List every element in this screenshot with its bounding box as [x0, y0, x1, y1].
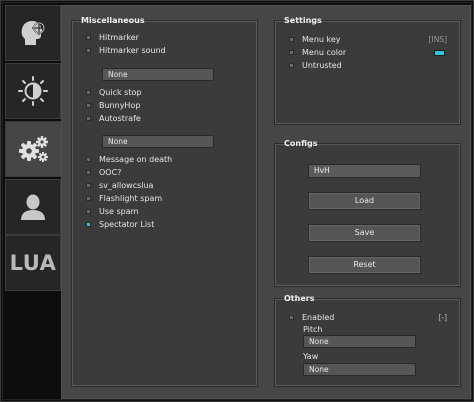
- sidebar: LUA: [5, 5, 63, 291]
- spectator-list-label: Spectator List: [99, 219, 155, 229]
- use-spam-row[interactable]: Use spam: [86, 205, 138, 217]
- message-on-death-row[interactable]: Message on death: [86, 153, 172, 165]
- tab-aimbot[interactable]: [5, 5, 61, 61]
- yaw-dropdown[interactable]: None: [303, 363, 416, 376]
- user-icon: [21, 194, 45, 220]
- spectator-list-row[interactable]: Spectator List: [86, 218, 154, 230]
- configs-group-title: Configs: [280, 139, 322, 148]
- gears-icon: [19, 136, 48, 162]
- enabled-key-bind[interactable]: [-]: [438, 313, 447, 322]
- others-group: Others Enabled [-] Pitch None Yaw None: [274, 294, 461, 387]
- save-button[interactable]: Save: [308, 224, 421, 242]
- autostrafe-row[interactable]: Autostrafe: [86, 112, 141, 124]
- autostrafe-dropdown[interactable]: None: [102, 135, 214, 148]
- cheat-menu-window: LUA Miscellaneous Hitmarker Hitmarker so…: [0, 0, 474, 402]
- pitch-dropdown[interactable]: None: [303, 335, 416, 348]
- head-crosshair-icon: [21, 21, 46, 45]
- menu-key-row[interactable]: Menu key: [289, 33, 341, 45]
- settings-group-title: Settings: [281, 16, 325, 25]
- others-group-title: Others: [280, 294, 318, 303]
- menu-color-row[interactable]: Menu color: [289, 46, 346, 58]
- tab-players[interactable]: [5, 179, 61, 235]
- pitch-label: Pitch: [303, 325, 323, 334]
- sv-allowcslua-label: sv_allowcslua: [99, 180, 154, 190]
- load-button[interactable]: Load: [308, 192, 421, 210]
- sv-allowcslua-row[interactable]: sv_allowcslua: [86, 179, 153, 191]
- configs-group: Configs HvH Load Save Reset: [274, 139, 461, 287]
- enabled-row[interactable]: Enabled: [289, 311, 334, 323]
- tab-lua[interactable]: LUA: [5, 235, 61, 291]
- brightness-icon: [18, 76, 48, 106]
- quick-stop-checkbox[interactable]: [86, 89, 91, 95]
- hitmarker-sound-checkbox[interactable]: [86, 47, 91, 53]
- menu-key-label: Menu key: [302, 34, 341, 44]
- lua-tab-label: LUA: [9, 251, 57, 275]
- config-name-input[interactable]: HvH: [308, 164, 421, 178]
- tab-visuals[interactable]: [5, 63, 61, 119]
- flashlight-spam-label: Flashlight spam: [99, 193, 163, 203]
- menu-color-checkbox[interactable]: [289, 49, 294, 55]
- menu-key-bind[interactable]: [INS]: [429, 35, 447, 44]
- use-spam-checkbox[interactable]: [86, 208, 91, 214]
- hitmarker-sound-label: Hitmarker sound: [99, 45, 166, 55]
- flashlight-spam-row[interactable]: Flashlight spam: [86, 192, 162, 204]
- content-panel: Miscellaneous Hitmarker Hitmarker sound …: [61, 5, 471, 399]
- untrusted-label: Untrusted: [302, 60, 342, 70]
- yaw-label: Yaw: [303, 352, 319, 361]
- menu-color-swatch[interactable]: [434, 50, 445, 56]
- autostrafe-checkbox[interactable]: [86, 115, 91, 121]
- sv-allowcslua-checkbox[interactable]: [86, 182, 91, 188]
- message-on-death-label: Message on death: [99, 154, 173, 164]
- menu-color-label: Menu color: [302, 47, 347, 57]
- quick-stop-row[interactable]: Quick stop: [86, 86, 141, 98]
- enabled-label: Enabled: [302, 312, 335, 322]
- hitmarker-checkbox[interactable]: [86, 34, 91, 40]
- bunnyhop-label: BunnyHop: [99, 100, 141, 110]
- use-spam-label: Use spam: [99, 206, 139, 216]
- hitmarker-sound-row[interactable]: Hitmarker sound: [86, 44, 166, 56]
- ooc-row[interactable]: OOC?: [86, 166, 121, 178]
- hitmarker-label: Hitmarker: [99, 32, 139, 42]
- bunnyhop-checkbox[interactable]: [86, 102, 91, 108]
- bunnyhop-row[interactable]: BunnyHop: [86, 99, 140, 111]
- tab-misc[interactable]: [5, 121, 63, 177]
- message-on-death-checkbox[interactable]: [86, 156, 91, 162]
- menu-key-checkbox[interactable]: [289, 36, 294, 42]
- untrusted-checkbox[interactable]: [289, 62, 294, 68]
- spectator-list-checkbox[interactable]: [86, 221, 91, 227]
- misc-group: Miscellaneous Hitmarker Hitmarker sound …: [71, 16, 258, 387]
- autostrafe-label: Autostrafe: [99, 113, 141, 123]
- enabled-checkbox[interactable]: [289, 314, 294, 320]
- ooc-label: OOC?: [99, 167, 122, 177]
- hitmarker-sound-dropdown[interactable]: None: [102, 68, 214, 81]
- misc-group-title: Miscellaneous: [78, 16, 148, 25]
- hitmarker-row[interactable]: Hitmarker: [86, 31, 139, 43]
- flashlight-spam-checkbox[interactable]: [86, 195, 91, 201]
- ooc-checkbox[interactable]: [86, 169, 91, 175]
- untrusted-row[interactable]: Untrusted: [289, 59, 342, 71]
- quick-stop-label: Quick stop: [99, 87, 142, 97]
- reset-button[interactable]: Reset: [308, 256, 421, 274]
- settings-group: Settings Menu key [INS] Menu color Untru…: [274, 16, 461, 125]
